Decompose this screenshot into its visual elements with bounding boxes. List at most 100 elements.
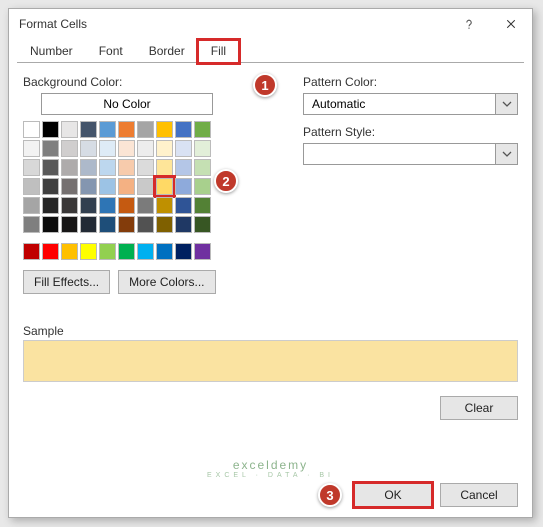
color-swatch[interactable] [194,197,211,214]
color-swatch[interactable] [42,178,59,195]
color-swatch[interactable] [99,140,116,157]
color-swatch[interactable] [61,216,78,233]
color-swatch[interactable] [42,140,59,157]
color-swatch[interactable] [156,121,173,138]
chevron-down-icon [502,99,512,109]
cancel-button[interactable]: Cancel [440,483,518,507]
color-swatch[interactable] [23,243,40,260]
tab-font[interactable]: Font [86,40,136,63]
ok-button[interactable]: OK [354,483,432,507]
color-swatch[interactable] [61,243,78,260]
color-swatch[interactable] [99,243,116,260]
color-swatch[interactable] [156,197,173,214]
color-swatch[interactable] [137,159,154,176]
color-swatch[interactable] [137,216,154,233]
color-swatch[interactable] [175,216,192,233]
color-swatch[interactable] [42,197,59,214]
color-swatch[interactable] [175,121,192,138]
color-swatch[interactable] [194,159,211,176]
color-swatch[interactable] [175,243,192,260]
color-swatch[interactable] [80,216,97,233]
color-swatch[interactable] [118,197,135,214]
color-swatch[interactable] [23,121,40,138]
sample-label: Sample [23,324,518,338]
color-swatch[interactable] [156,216,173,233]
clear-button[interactable]: Clear [440,396,518,420]
fill-effects-button[interactable]: Fill Effects... [23,270,110,294]
color-swatch[interactable] [61,121,78,138]
chevron-down-icon [502,149,512,159]
color-swatch[interactable] [42,121,59,138]
color-swatch[interactable] [80,159,97,176]
color-swatch[interactable] [175,140,192,157]
color-swatch[interactable] [61,140,78,157]
color-swatch[interactable] [137,140,154,157]
color-swatch[interactable] [23,197,40,214]
color-swatch[interactable] [99,216,116,233]
color-swatch[interactable] [118,178,135,195]
more-colors-button[interactable]: More Colors... [118,270,215,294]
color-swatch[interactable] [137,197,154,214]
no-color-button[interactable]: No Color [41,93,213,115]
color-swatch[interactable] [99,159,116,176]
color-swatch[interactable] [61,178,78,195]
color-swatch[interactable] [137,178,154,195]
color-swatch[interactable] [118,121,135,138]
color-swatch[interactable] [194,140,211,157]
color-swatch[interactable] [194,243,211,260]
watermark: exceldemy EXCEL · DATA · BI [207,457,334,479]
color-swatch[interactable] [80,197,97,214]
color-swatch[interactable] [80,121,97,138]
color-swatch[interactable] [80,140,97,157]
titlebar: Format Cells [9,9,532,39]
color-swatch[interactable] [118,216,135,233]
color-swatch[interactable] [42,159,59,176]
pattern-color-dropdown[interactable]: Automatic [303,93,518,115]
color-swatch[interactable] [175,197,192,214]
color-swatch[interactable] [80,178,97,195]
help-icon [463,18,475,30]
color-swatch[interactable] [156,243,173,260]
color-swatch[interactable] [23,216,40,233]
format-cells-dialog: Format Cells Number Font Border Fill Bac… [8,8,533,518]
close-button[interactable] [490,9,532,39]
annotation-badge-1: 1 [253,73,277,97]
color-swatch[interactable] [194,121,211,138]
help-button[interactable] [448,9,490,39]
color-swatch[interactable] [118,243,135,260]
pattern-style-dropdown[interactable] [303,143,518,165]
color-swatch[interactable] [118,159,135,176]
color-swatch[interactable] [156,159,173,176]
tab-border[interactable]: Border [136,40,198,63]
color-swatch[interactable] [156,140,173,157]
tab-fill[interactable]: Fill [198,40,239,63]
color-swatch[interactable] [156,178,173,195]
color-swatch[interactable] [118,140,135,157]
tab-number[interactable]: Number [17,40,86,63]
standard-color-row [23,243,273,260]
pattern-style-label: Pattern Style: [303,125,518,139]
pattern-color-value: Automatic [312,97,365,111]
color-swatch[interactable] [42,216,59,233]
color-swatch[interactable] [99,178,116,195]
color-swatch[interactable] [80,243,97,260]
color-swatch[interactable] [194,216,211,233]
color-swatch[interactable] [61,159,78,176]
color-swatch[interactable] [61,197,78,214]
dialog-title: Format Cells [19,17,87,31]
annotation-badge-3: 3 [318,483,342,507]
color-swatch[interactable] [175,159,192,176]
color-swatch[interactable] [23,178,40,195]
color-swatch[interactable] [99,197,116,214]
color-swatch[interactable] [194,178,211,195]
color-swatch[interactable] [137,121,154,138]
color-swatch[interactable] [23,159,40,176]
color-swatch[interactable] [99,121,116,138]
color-swatch[interactable] [23,140,40,157]
annotation-badge-2: 2 [214,169,238,193]
color-swatch[interactable] [42,243,59,260]
tab-bar: Number Font Border Fill [17,39,524,63]
color-swatch[interactable] [175,178,192,195]
sample-preview [23,340,518,382]
color-swatch[interactable] [137,243,154,260]
